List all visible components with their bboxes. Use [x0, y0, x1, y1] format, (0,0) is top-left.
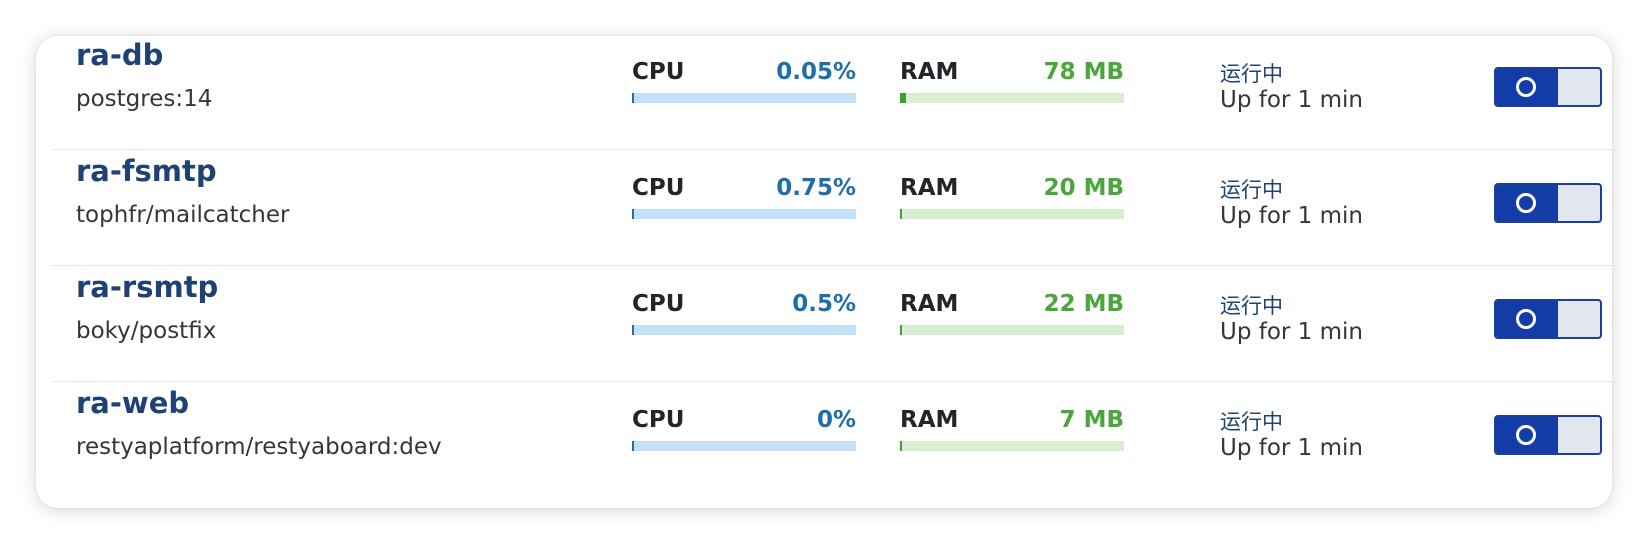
- container-row[interactable]: ra-fsmtp tophfr/mailcatcher CPU 0.75% RA…: [36, 144, 1612, 266]
- cpu-value: 0.05%: [776, 59, 856, 85]
- cpu-metric: CPU 0.05%: [632, 59, 856, 119]
- container-name[interactable]: ra-db: [76, 38, 163, 72]
- status-text: 运行中: [1220, 178, 1283, 202]
- status-text: 运行中: [1220, 294, 1283, 318]
- container-name[interactable]: ra-rsmtp: [76, 270, 218, 304]
- uptime-text: Up for 1 min: [1220, 87, 1363, 113]
- cpu-usage-bar: [632, 441, 856, 451]
- ram-metric: RAM 22 MB: [900, 291, 1124, 351]
- ram-metric: RAM 78 MB: [900, 59, 1124, 119]
- ram-label: RAM: [900, 59, 959, 85]
- container-name[interactable]: ra-fsmtp: [76, 154, 217, 188]
- container-row[interactable]: ra-rsmtp boky/postfix CPU 0.5% RAM 22 MB…: [36, 260, 1612, 382]
- ram-usage-fill: [900, 93, 906, 103]
- cpu-label: CPU: [632, 59, 685, 85]
- cpu-label: CPU: [632, 175, 685, 201]
- ram-metric: RAM 7 MB: [900, 407, 1124, 467]
- ram-value: 22 MB: [1043, 291, 1124, 317]
- container-power-toggle[interactable]: [1494, 67, 1602, 107]
- cpu-usage-fill: [632, 209, 634, 219]
- container-name[interactable]: ra-web: [76, 386, 189, 420]
- uptime-text: Up for 1 min: [1220, 203, 1363, 229]
- cpu-usage-fill: [632, 325, 634, 335]
- ram-label: RAM: [900, 175, 959, 201]
- status-text: 运行中: [1220, 410, 1283, 434]
- cpu-label: CPU: [632, 407, 685, 433]
- cpu-metric: CPU 0%: [632, 407, 856, 467]
- uptime-text: Up for 1 min: [1220, 319, 1363, 345]
- uptime-text: Up for 1 min: [1220, 435, 1363, 461]
- ram-usage-bar: [900, 209, 1124, 219]
- toggle-on-icon: [1516, 77, 1536, 97]
- ram-label: RAM: [900, 407, 959, 433]
- toggle-on-icon: [1516, 309, 1536, 329]
- container-image: restyaplatform/restyaboard:dev: [76, 434, 442, 460]
- toggle-on-icon: [1516, 425, 1536, 445]
- status-text: 运行中: [1220, 62, 1283, 86]
- cpu-metric: CPU 0.5%: [632, 291, 856, 351]
- container-image: postgres:14: [76, 86, 213, 112]
- cpu-label: CPU: [632, 291, 685, 317]
- container-row[interactable]: ra-web restyaplatform/restyaboard:dev CP…: [36, 376, 1612, 498]
- ram-value: 20 MB: [1043, 175, 1124, 201]
- cpu-value: 0.5%: [792, 291, 856, 317]
- container-image: boky/postfix: [76, 318, 217, 344]
- container-power-toggle[interactable]: [1494, 415, 1602, 455]
- cpu-metric: CPU 0.75%: [632, 175, 856, 235]
- cpu-usage-bar: [632, 209, 856, 219]
- ram-label: RAM: [900, 291, 959, 317]
- toggle-on-icon: [1516, 193, 1536, 213]
- ram-usage-bar: [900, 93, 1124, 103]
- cpu-usage-fill: [632, 93, 634, 103]
- container-list-card: ra-db postgres:14 CPU 0.05% RAM 78 MB 运行…: [36, 36, 1612, 508]
- ram-usage-bar: [900, 325, 1124, 335]
- cpu-usage-fill: [632, 441, 634, 451]
- ram-usage-fill: [900, 325, 902, 335]
- ram-metric: RAM 20 MB: [900, 175, 1124, 235]
- ram-value: 7 MB: [1059, 407, 1124, 433]
- container-row[interactable]: ra-db postgres:14 CPU 0.05% RAM 78 MB 运行…: [36, 36, 1612, 150]
- cpu-usage-bar: [632, 93, 856, 103]
- ram-usage-fill: [900, 209, 902, 219]
- ram-usage-fill: [900, 441, 902, 451]
- cpu-value: 0.75%: [776, 175, 856, 201]
- container-power-toggle[interactable]: [1494, 183, 1602, 223]
- cpu-value: 0%: [816, 407, 856, 433]
- ram-value: 78 MB: [1043, 59, 1124, 85]
- ram-usage-bar: [900, 441, 1124, 451]
- container-image: tophfr/mailcatcher: [76, 202, 290, 228]
- cpu-usage-bar: [632, 325, 856, 335]
- container-power-toggle[interactable]: [1494, 299, 1602, 339]
